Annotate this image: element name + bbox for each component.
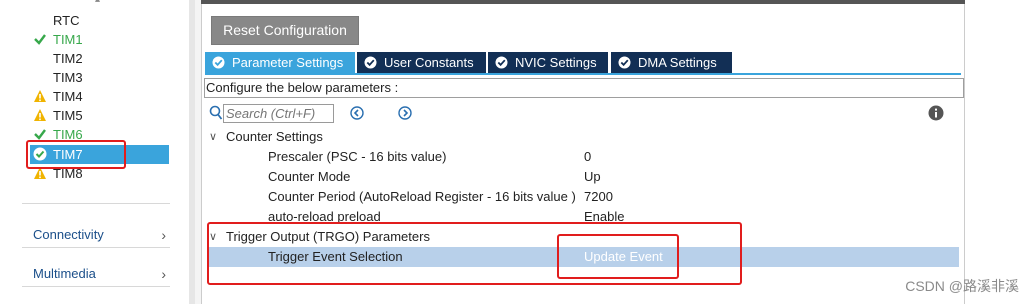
divider <box>22 203 170 204</box>
param-name: Counter Period (AutoReload Register - 16… <box>268 189 576 204</box>
sidebar-item-tim5[interactable]: TIM5 <box>30 106 169 125</box>
warning-icon <box>34 109 46 121</box>
check-circle-icon <box>618 56 631 69</box>
sidebar-item-label: TIM5 <box>53 108 83 123</box>
category-connectivity[interactable]: Connectivity › <box>22 223 170 248</box>
tab-dma-settings[interactable]: DMA Settings <box>611 52 732 73</box>
param-name: Prescaler (PSC - 16 bits value) <box>268 149 447 164</box>
param-value[interactable]: Up <box>584 167 601 187</box>
warning-icon <box>34 90 46 102</box>
tab-label: Parameter Settings <box>232 55 344 70</box>
sidebar-item-rtc[interactable]: RTC <box>30 11 169 30</box>
annotation-highlight-tim7 <box>26 140 126 169</box>
panel-border <box>201 4 202 304</box>
chevron-right-icon: › <box>161 227 166 243</box>
scroll-arrow-icon[interactable]: ▴ <box>95 0 100 5</box>
annotation-highlight-value <box>557 234 679 279</box>
check-icon <box>34 129 46 140</box>
sidebar-item-label: TIM3 <box>53 70 83 85</box>
sidebar-item-tim2[interactable]: TIM2 <box>30 49 169 68</box>
category-multimedia[interactable]: Multimedia › <box>22 262 170 287</box>
previous-match-icon[interactable] <box>350 106 364 120</box>
chevron-right-icon: › <box>161 266 166 282</box>
check-circle-icon <box>364 56 377 69</box>
check-circle-icon <box>212 56 225 69</box>
reset-configuration-button[interactable]: Reset Configuration <box>211 16 359 45</box>
sidebar-item-label: TIM1 <box>53 32 83 47</box>
param-name: Counter Mode <box>268 169 351 184</box>
search-input[interactable] <box>224 106 330 121</box>
panel-border <box>964 4 965 304</box>
tab-label: User Constants <box>384 55 474 70</box>
sidebar-item-tim1[interactable]: TIM1 <box>30 30 169 49</box>
check-icon <box>34 34 46 45</box>
sidebar-item-label: RTC <box>53 13 80 28</box>
tab-nvic-settings[interactable]: NVIC Settings <box>488 52 608 73</box>
search-field[interactable] <box>223 104 334 123</box>
sidebar-item-tim3[interactable]: TIM3 <box>30 68 169 87</box>
category-label: Multimedia <box>33 266 96 281</box>
config-hint: Configure the below parameters : <box>204 78 964 98</box>
param-value[interactable]: 0 <box>584 147 591 167</box>
tab-label: DMA Settings <box>638 55 717 70</box>
tab-strip-underline <box>205 73 961 75</box>
section-title: Counter Settings <box>226 129 323 144</box>
param-row[interactable]: Counter Mode Up <box>205 167 961 187</box>
next-match-icon[interactable] <box>398 106 412 120</box>
param-value[interactable]: 7200 <box>584 187 613 207</box>
tab-user-constants[interactable]: User Constants <box>357 52 486 73</box>
sidebar-item-label: TIM4 <box>53 89 83 104</box>
check-circle-icon <box>495 56 508 69</box>
param-row[interactable]: Counter Period (AutoReload Register - 16… <box>205 187 961 207</box>
sidebar-item-tim4[interactable]: TIM4 <box>30 87 169 106</box>
search-icon[interactable] <box>209 105 223 121</box>
watermark: CSDN @路溪非溪 <box>905 278 1019 294</box>
chevron-down-icon: ∨ <box>209 131 218 143</box>
info-icon[interactable] <box>928 105 944 121</box>
section-counter-settings[interactable]: ∨ Counter Settings <box>205 127 961 147</box>
sidebar-item-label: TIM2 <box>53 51 83 66</box>
param-row[interactable]: Prescaler (PSC - 16 bits value) 0 <box>205 147 961 167</box>
tab-parameter-settings[interactable]: Parameter Settings <box>205 52 355 73</box>
tab-label: NVIC Settings <box>515 55 597 70</box>
category-label: Connectivity <box>33 227 104 242</box>
